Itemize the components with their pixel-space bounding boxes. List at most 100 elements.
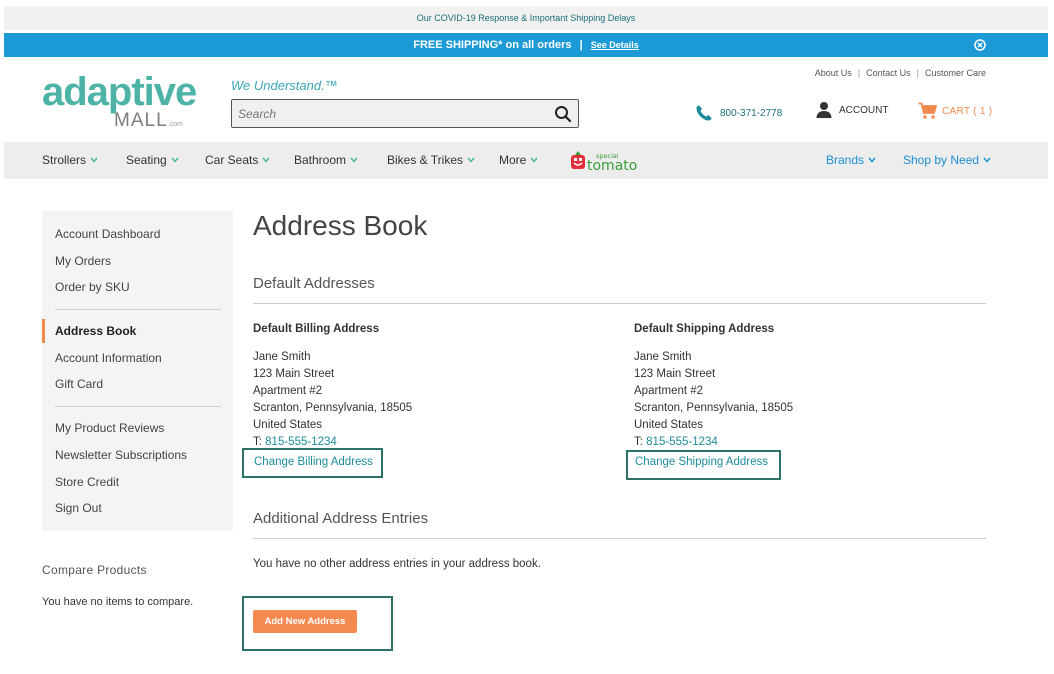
logo-mall: MALL.com	[114, 110, 183, 132]
shipping-address-block: Default Shipping Address Jane Smith 123 …	[634, 323, 934, 451]
search-icon[interactable]	[554, 105, 572, 123]
cart-icon	[918, 102, 937, 119]
shipping-city: Scranton, Pennsylvania, 18505	[634, 402, 794, 414]
nav-seating[interactable]: Seating	[126, 153, 179, 167]
billing-address-heading: Default Billing Address	[253, 323, 380, 335]
sidebar-item-newsletter-subscriptions[interactable]: Newsletter Subscriptions	[55, 448, 187, 462]
tagline: We Understand.™	[231, 78, 338, 93]
sidebar-item-address-book[interactable]: Address Book	[42, 319, 233, 343]
sidebar-item-store-credit[interactable]: Store Credit	[55, 475, 119, 489]
nav-label: Car Seats	[205, 153, 259, 167]
shipping-name: Jane Smith	[634, 351, 692, 363]
announcement-bar[interactable]: Our COVID-19 Response & Important Shippi…	[4, 6, 1048, 30]
tel-prefix: T:	[253, 436, 262, 448]
sidebar-item-gift-card[interactable]: Gift Card	[55, 377, 103, 391]
sidebar-item-account-dashboard[interactable]: Account Dashboard	[55, 227, 160, 241]
cart-link[interactable]: CART ( 1 )	[918, 102, 992, 120]
page-title: Address Book	[253, 210, 428, 241]
sidebar-divider	[55, 309, 221, 310]
sidebar-item-account-information[interactable]: Account Information	[55, 351, 162, 365]
special-tomato-big: tomato	[587, 158, 637, 172]
nav-brands[interactable]: Brands	[826, 153, 876, 167]
shipping-phone-link[interactable]: 815-555-1234	[646, 436, 718, 448]
section-divider	[253, 303, 986, 304]
search-input[interactable]	[238, 106, 538, 122]
about-us-link[interactable]: About Us	[815, 68, 852, 78]
see-details-link[interactable]: See Details	[591, 40, 639, 50]
top-links: About Us | Contact Us | Customer Care	[815, 68, 986, 78]
change-billing-address-link[interactable]: Change Billing Address	[254, 456, 373, 468]
sidebar-item-label: Address Book	[55, 324, 137, 338]
sidebar-item-sign-out[interactable]: Sign Out	[55, 501, 102, 515]
chevron-down-icon	[90, 157, 98, 163]
nav-label: Seating	[126, 153, 167, 167]
account-label: ACCOUNT	[839, 104, 889, 116]
sidebar-item-my-product-reviews[interactable]: My Product Reviews	[55, 421, 164, 435]
special-tomato-logo[interactable]: special tomato	[570, 150, 646, 172]
compare-products-title: Compare Products	[42, 563, 147, 577]
close-circle-icon[interactable]	[974, 39, 986, 51]
chevron-down-icon	[350, 157, 358, 163]
nav-shop-by-need[interactable]: Shop by Need	[903, 153, 991, 167]
sidebar-divider	[55, 406, 221, 407]
nav-label: Strollers	[42, 153, 87, 167]
top-links-separator: |	[916, 68, 919, 78]
default-addresses-heading: Default Addresses	[253, 275, 375, 292]
no-entries-message: You have no other address entries in you…	[253, 558, 541, 570]
billing-city: Scranton, Pennsylvania, 18505	[253, 402, 413, 414]
main-nav: Strollers Seating Car Seats Bathroom Bik…	[4, 142, 1048, 179]
section-divider	[253, 538, 986, 539]
logo-word: adaptive	[42, 70, 197, 114]
nav-bathroom[interactable]: Bathroom	[294, 153, 358, 167]
shipping-telephone: T: 815-555-1234	[634, 434, 934, 451]
phone-icon	[696, 105, 712, 121]
chevron-down-icon	[467, 157, 475, 163]
add-new-address-button[interactable]: Add New Address	[253, 610, 357, 633]
user-icon	[816, 102, 832, 118]
change-shipping-address-link[interactable]: Change Shipping Address	[635, 456, 768, 468]
free-shipping-bar: FREE SHIPPING* on all orders | See Detai…	[4, 33, 1048, 57]
announcement-link[interactable]: Our COVID-19 Response & Important Shippi…	[417, 13, 636, 23]
nav-label: Bathroom	[294, 153, 347, 167]
add-address-highlight: Add New Address	[242, 596, 393, 651]
nav-label: More	[499, 153, 527, 167]
change-shipping-highlight: Change Shipping Address	[626, 450, 781, 480]
account-link[interactable]: ACCOUNT	[815, 101, 888, 119]
top-links-separator: |	[857, 68, 861, 78]
chevron-down-icon	[262, 157, 270, 163]
shipping-country: United States	[634, 419, 704, 431]
chevron-down-icon	[530, 157, 538, 163]
change-billing-highlight: Change Billing Address	[242, 448, 383, 478]
billing-name: Jane Smith	[253, 351, 311, 363]
chevron-down-icon	[171, 157, 179, 163]
free-shipping-text: FREE SHIPPING* on all orders	[413, 39, 572, 51]
chevron-down-icon	[983, 157, 991, 163]
nav-bikes-trikes[interactable]: Bikes & Trikes	[387, 153, 475, 167]
contact-us-link[interactable]: Contact Us	[866, 68, 911, 78]
logo-mall-text: MALL	[114, 110, 168, 131]
adaptive-mall-logo[interactable]: adaptive MALL.com	[42, 70, 197, 132]
nav-label: Bikes & Trikes	[387, 153, 464, 167]
nav-label: Brands	[826, 153, 865, 167]
sidebar-item-order-by-sku[interactable]: Order by SKU	[55, 280, 130, 294]
shipping-address-heading: Default Shipping Address	[634, 323, 775, 335]
search-box	[231, 99, 579, 128]
nav-label: Shop by Need	[903, 153, 980, 167]
phone-number: 800-371-2778	[720, 107, 783, 119]
free-shipping-separator: |	[579, 39, 583, 51]
nav-strollers[interactable]: Strollers	[42, 153, 98, 167]
shipping-apartment: Apartment #2	[634, 385, 704, 397]
billing-phone-link[interactable]: 815-555-1234	[265, 436, 337, 448]
additional-addresses-heading: Additional Address Entries	[253, 510, 429, 527]
billing-apartment: Apartment #2	[253, 385, 323, 397]
account-sidebar: Account Dashboard My Orders Order by SKU…	[42, 211, 233, 531]
nav-more[interactable]: More	[499, 153, 538, 167]
nav-car-seats[interactable]: Car Seats	[205, 153, 270, 167]
billing-street: 123 Main Street	[253, 368, 335, 380]
phone-link[interactable]: 800-371-2778	[695, 103, 782, 123]
compare-empty-text: You have no items to compare.	[42, 596, 194, 608]
sidebar-item-my-orders[interactable]: My Orders	[55, 254, 111, 268]
billing-country: United States	[253, 419, 323, 431]
cart-label: CART ( 1 )	[942, 105, 993, 117]
customer-care-link[interactable]: Customer Care	[925, 68, 986, 78]
